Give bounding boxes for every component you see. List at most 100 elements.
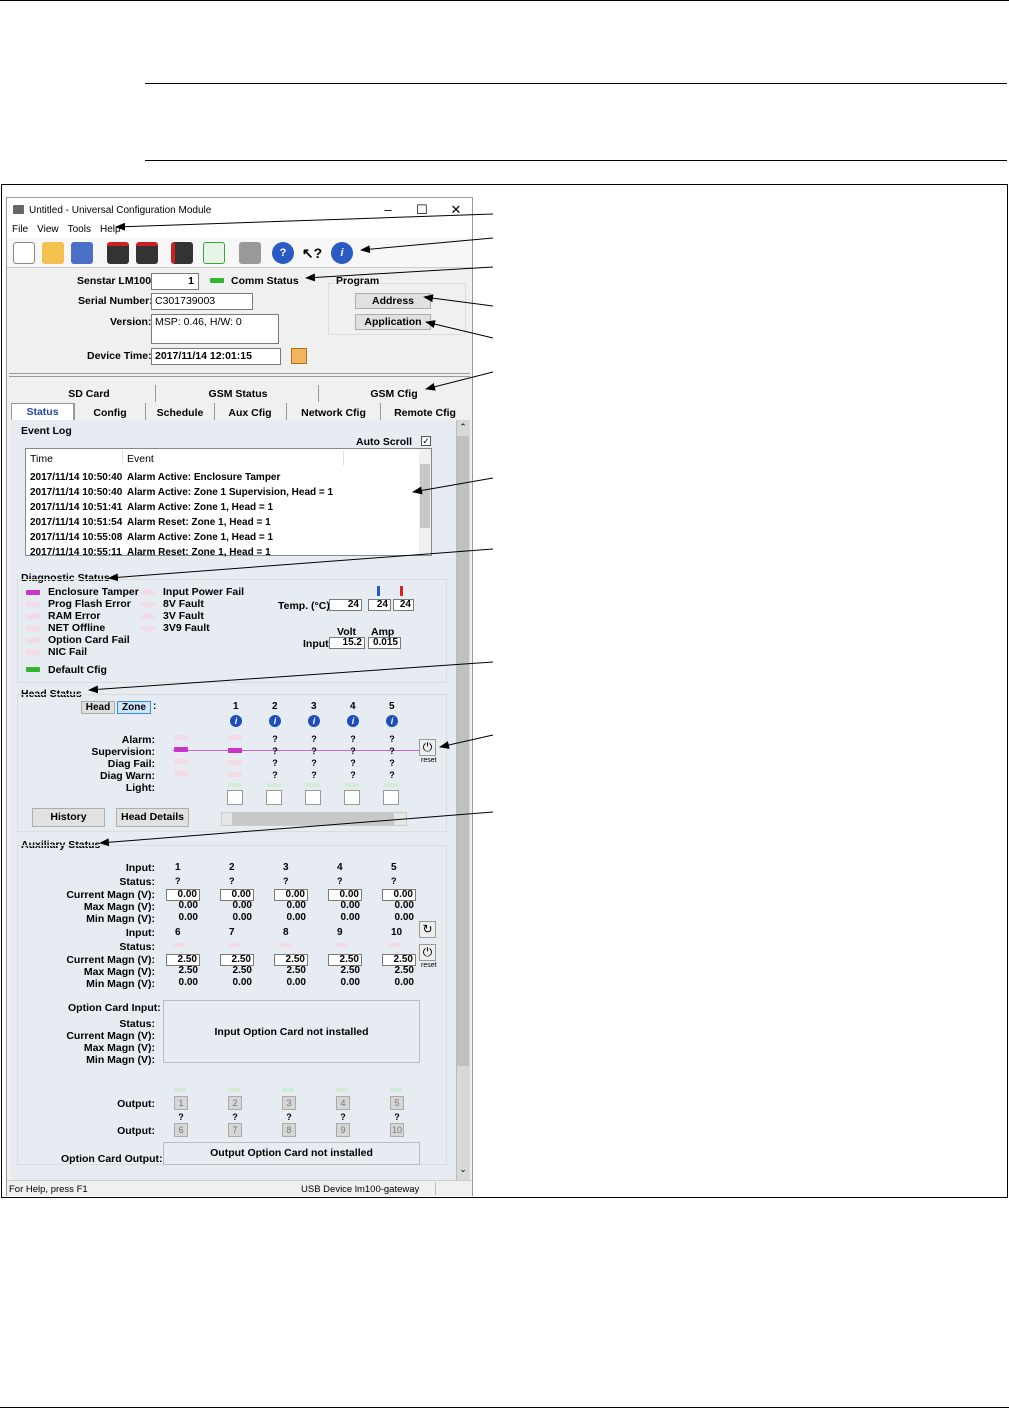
head-info-icon[interactable]: i bbox=[230, 715, 242, 727]
diag-ram-error: RAM Error bbox=[48, 610, 101, 622]
upload-icon[interactable] bbox=[136, 242, 158, 264]
led bbox=[26, 614, 40, 619]
light-level-box[interactable] bbox=[266, 790, 282, 805]
light-level-box[interactable] bbox=[383, 790, 399, 805]
light-level-box[interactable] bbox=[344, 790, 360, 805]
led bbox=[141, 602, 155, 607]
menu-file[interactable]: File bbox=[12, 222, 28, 238]
clock-sync-icon[interactable] bbox=[291, 348, 307, 364]
open-folder-icon[interactable] bbox=[42, 242, 64, 264]
head-number: 5 bbox=[389, 701, 395, 712]
output-button[interactable]: 1 bbox=[174, 1096, 188, 1110]
help-icon[interactable]: ? bbox=[272, 242, 294, 264]
context-help-icon[interactable]: ↖? bbox=[301, 242, 323, 264]
device-icon[interactable] bbox=[171, 242, 193, 264]
aux-min-value: 0.00 bbox=[286, 977, 306, 988]
aux-min-value: 0.00 bbox=[394, 977, 414, 988]
head-status-unknown: ? bbox=[272, 770, 278, 780]
aux-min-value: 0.00 bbox=[232, 912, 252, 923]
maximize-icon[interactable]: ☐ bbox=[411, 201, 433, 219]
new-file-icon[interactable] bbox=[13, 242, 35, 264]
scroll-up-icon[interactable]: ⌃ bbox=[457, 422, 469, 434]
tab-sd-card[interactable]: SD Card bbox=[19, 386, 159, 403]
status-help: For Help, press F1 bbox=[9, 1184, 88, 1195]
output-status-unknown: ? bbox=[232, 1112, 238, 1122]
head-status-unknown: ? bbox=[350, 770, 356, 780]
head-reset-icon[interactable]: ⏻ bbox=[419, 739, 436, 756]
output-button[interactable]: 3 bbox=[282, 1096, 296, 1110]
refresh-icon[interactable]: ↻ bbox=[419, 921, 436, 938]
led bbox=[228, 760, 242, 765]
input-label: Input: bbox=[303, 638, 333, 650]
download-icon[interactable] bbox=[107, 242, 129, 264]
app-icon bbox=[13, 205, 24, 214]
head-info-icon[interactable]: i bbox=[308, 715, 320, 727]
scroll-down-icon[interactable]: ⌄ bbox=[457, 1164, 469, 1176]
aux-min-value: 0.00 bbox=[286, 912, 306, 923]
output-button[interactable]: 4 bbox=[336, 1096, 350, 1110]
aux-reset-icon[interactable]: ⏻ bbox=[419, 944, 436, 961]
address-button[interactable]: Address bbox=[355, 293, 431, 309]
zone-toggle[interactable]: Zone bbox=[117, 701, 151, 714]
temp-field: 24 bbox=[329, 599, 362, 611]
menu-help[interactable]: Help bbox=[100, 222, 121, 238]
auto-scroll-checkbox[interactable]: ✓ bbox=[421, 436, 431, 446]
tab-status[interactable]: Status bbox=[11, 403, 74, 421]
version-label: Version: bbox=[110, 316, 152, 328]
menu-view[interactable]: View bbox=[37, 222, 59, 238]
input-option-card-panel: Input Option Card not installed bbox=[163, 1000, 420, 1063]
event-col-time[interactable]: Time bbox=[30, 453, 53, 465]
application-button[interactable]: Application bbox=[355, 314, 431, 330]
event-log-scroll-thumb[interactable] bbox=[420, 464, 430, 528]
head-status-unknown: ? bbox=[350, 758, 356, 768]
led bbox=[174, 735, 188, 740]
program-label: Program bbox=[334, 275, 382, 287]
output-button[interactable]: 7 bbox=[228, 1123, 242, 1137]
head-details-button[interactable]: Head Details bbox=[116, 808, 189, 827]
thermometer-hot-icon bbox=[400, 586, 403, 596]
close-icon[interactable]: ✕ bbox=[445, 201, 467, 219]
event-col-event[interactable]: Event bbox=[127, 453, 154, 465]
head-1-alarm bbox=[225, 735, 245, 745]
menu-tools[interactable]: Tools bbox=[68, 222, 91, 238]
info-icon[interactable]: i bbox=[331, 242, 353, 264]
model-field[interactable]: 1 bbox=[151, 273, 199, 290]
light-level-box[interactable] bbox=[305, 790, 321, 805]
head-toggle[interactable]: Head bbox=[81, 701, 115, 714]
light-led bbox=[267, 783, 281, 787]
output-button[interactable]: 2 bbox=[228, 1096, 242, 1110]
minimize-icon[interactable]: – bbox=[377, 201, 399, 219]
tab-gsm-status[interactable]: GSM Status bbox=[157, 386, 319, 403]
head-info-icon[interactable]: i bbox=[386, 715, 398, 727]
print-icon[interactable] bbox=[239, 242, 261, 264]
head-info-icon[interactable]: i bbox=[269, 715, 281, 727]
output-button[interactable]: 5 bbox=[390, 1096, 404, 1110]
light-led bbox=[306, 783, 320, 787]
supervision-row-label: Supervision: bbox=[91, 746, 155, 758]
device-time-field[interactable]: 2017/11/14 12:01:15 bbox=[151, 348, 281, 365]
save-icon[interactable] bbox=[71, 242, 93, 264]
head-1-supervision-led bbox=[228, 748, 242, 753]
output-status-unknown: ? bbox=[178, 1112, 184, 1122]
comm-status-led bbox=[210, 278, 224, 283]
aux-input-number: 10 bbox=[391, 927, 403, 938]
output-button[interactable]: 9 bbox=[336, 1123, 350, 1137]
history-button[interactable]: History bbox=[32, 808, 105, 827]
top-rule bbox=[0, 0, 1009, 1]
scroll-thumb[interactable] bbox=[457, 436, 469, 1066]
waveform-icon[interactable] bbox=[203, 242, 225, 264]
oc-status-label: Status: bbox=[119, 1018, 155, 1030]
diag-net-offline: NET Offline bbox=[48, 622, 106, 634]
head-info-icon[interactable]: i bbox=[347, 715, 359, 727]
light-level-box[interactable] bbox=[227, 790, 243, 805]
splitter[interactable] bbox=[9, 373, 470, 377]
head-scroll-thumb[interactable] bbox=[232, 813, 394, 825]
tab-gsm-cfig[interactable]: GSM Cfig bbox=[319, 386, 469, 403]
output-button[interactable]: 6 bbox=[174, 1123, 188, 1137]
led bbox=[228, 735, 242, 740]
bottom-rule bbox=[0, 1407, 1009, 1408]
output-button[interactable]: 8 bbox=[282, 1123, 296, 1137]
output-button[interactable]: 10 bbox=[390, 1123, 404, 1137]
diag-option-card-fail: Option Card Fail bbox=[48, 634, 130, 646]
head-number: 4 bbox=[350, 701, 356, 712]
